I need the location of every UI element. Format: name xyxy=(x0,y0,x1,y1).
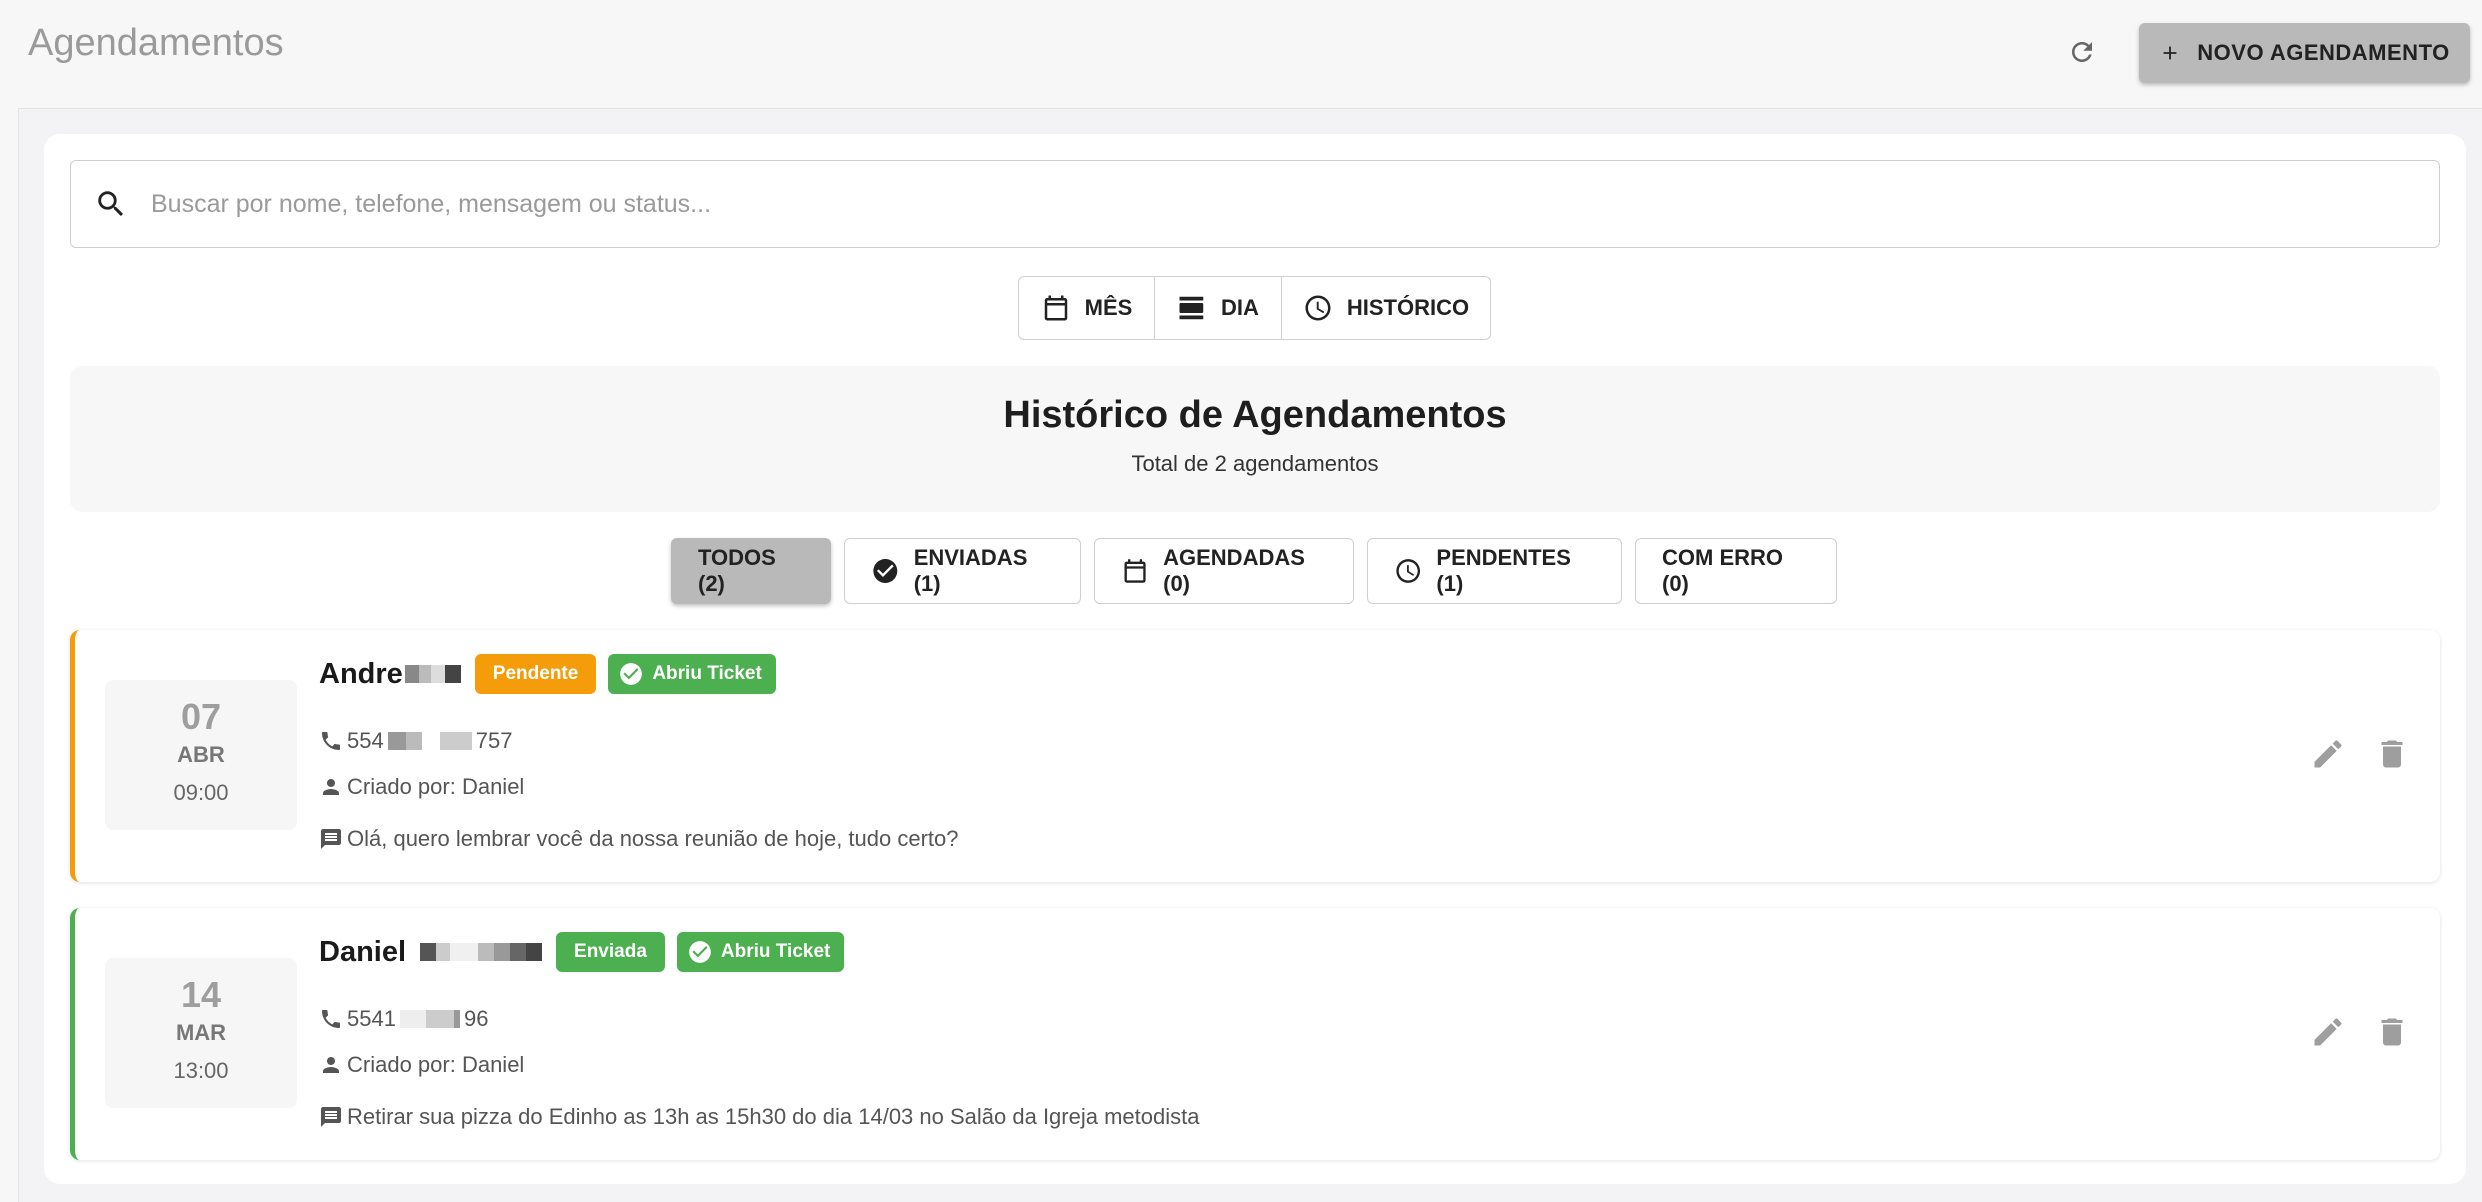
history-subtitle: Total de 2 agendamentos xyxy=(1131,451,1379,476)
filter-sent-label: ENVIADAS (1) xyxy=(913,545,1028,596)
message-line: Olá, quero lembrar você da nossa reunião… xyxy=(319,826,959,852)
clock-icon xyxy=(1305,295,1331,321)
date-time: 09:00 xyxy=(173,780,229,805)
clock-icon xyxy=(1396,559,1421,583)
person-icon xyxy=(323,779,339,795)
creator-line: Criado por: Daniel xyxy=(319,774,524,800)
created-by: Criado por: Daniel xyxy=(347,1052,525,1077)
edit-button[interactable] xyxy=(2310,1014,2346,1050)
ticket-badge: Abriu Ticket xyxy=(676,932,845,972)
phone-suffix: 96 xyxy=(463,1006,489,1031)
view-history-button[interactable]: HISTÓRICO xyxy=(1282,277,1490,339)
filter-scheduled-button[interactable]: AGENDADAS (0) xyxy=(1094,538,1354,604)
message-icon xyxy=(321,829,341,849)
search-input[interactable] xyxy=(151,174,2439,234)
day-view-icon xyxy=(1179,296,1204,320)
ticket-badge: Abriu Ticket xyxy=(608,654,776,694)
refresh-icon xyxy=(2072,42,2092,62)
filter-scheduled-label: AGENDADAS (0) xyxy=(1163,545,1305,596)
view-month-button[interactable]: MÊS xyxy=(1019,277,1155,339)
creator-line: Criado por: Daniel xyxy=(319,1052,524,1078)
trash-icon xyxy=(2381,740,2403,768)
filter-all-label: TODOS (2) xyxy=(698,545,776,596)
date-month: ABR xyxy=(177,742,225,767)
delete-button[interactable] xyxy=(2374,736,2410,772)
contact-name: Andre xyxy=(319,657,403,690)
trash-icon xyxy=(2381,1018,2403,1046)
calendar-icon xyxy=(1044,295,1067,321)
history-title: Histórico de Agendamentos xyxy=(1003,394,1507,436)
phone-line: 554 757 xyxy=(319,728,512,754)
pencil-icon xyxy=(2314,1018,2342,1046)
history-header: Histórico de Agendamentos Total de 2 age… xyxy=(70,366,2440,512)
redacted-block xyxy=(404,665,461,683)
check-circle-icon xyxy=(620,663,643,685)
filter-sent-button[interactable]: ENVIADAS (1) xyxy=(844,538,1081,604)
date-time: 13:00 xyxy=(173,1058,229,1083)
page-title: Agendamentos xyxy=(28,22,284,64)
contact-name: Daniel xyxy=(319,935,407,968)
person-icon xyxy=(323,1057,339,1073)
refresh-button[interactable] xyxy=(2060,30,2104,74)
new-appointment-button[interactable]: NOVO AGENDAMENTO xyxy=(2139,23,2470,83)
delete-button[interactable] xyxy=(2374,1014,2410,1050)
phone-prefix: 554 xyxy=(347,728,384,753)
contact-row: Andre Pendente Abriu Ticket xyxy=(319,654,776,694)
message-text: Olá, quero lembrar você da nossa reunião… xyxy=(347,826,959,851)
redacted-block xyxy=(420,943,543,961)
filter-error-label: COM ERRO (0) xyxy=(1662,545,1783,596)
search-icon xyxy=(71,187,151,221)
new-appointment-label: NOVO AGENDAMENTO xyxy=(2197,40,2450,65)
date-month: MAR xyxy=(175,1020,227,1045)
appointment-item[interactable]: 14 MAR 13:00 Daniel Enviada Abriu Ticket… xyxy=(70,908,2440,1160)
view-history-label: HISTÓRICO xyxy=(1346,295,1470,320)
message-line: Retirar sua pizza do Edinho as 13h as 15… xyxy=(319,1104,1199,1130)
redacted-block xyxy=(387,732,472,750)
item-actions xyxy=(2310,1014,2410,1050)
date-box: 14 MAR 13:00 xyxy=(105,958,297,1108)
message-text: Retirar sua pizza do Edinho as 13h as 15… xyxy=(347,1104,1200,1129)
status-badge: Enviada xyxy=(556,932,665,972)
filter-pending-label: PENDENTES (1) xyxy=(1436,545,1571,596)
date-day: 07 xyxy=(180,696,222,737)
phone-suffix: 757 xyxy=(475,728,513,753)
search-bar[interactable] xyxy=(70,160,2440,248)
date-day: 14 xyxy=(180,974,222,1015)
item-actions xyxy=(2310,736,2410,772)
contact-row: Daniel Enviada Abriu Ticket xyxy=(319,932,845,972)
calendar-icon xyxy=(1124,559,1146,583)
ticket-label: Abriu Ticket xyxy=(652,663,762,684)
date-box: 07 ABR 09:00 xyxy=(105,680,297,830)
check-circle-icon xyxy=(689,941,711,963)
filter-all-button[interactable]: TODOS (2) xyxy=(671,538,831,604)
filter-error-button[interactable]: COM ERRO (0) xyxy=(1635,538,1837,604)
phone-prefix: 5541 xyxy=(347,1006,396,1031)
pencil-icon xyxy=(2314,740,2342,768)
status-badge: Pendente xyxy=(474,654,597,694)
view-day-button[interactable]: DIA xyxy=(1155,277,1282,339)
appointment-item[interactable]: 07 ABR 09:00 Andre Pendente Abriu Ticket… xyxy=(70,630,2440,882)
view-day-label: DIA xyxy=(1221,295,1259,320)
phone-icon xyxy=(322,732,340,750)
ticket-label: Abriu Ticket xyxy=(720,941,831,962)
phone-line: 5541 96 xyxy=(319,1006,488,1032)
phone-icon xyxy=(322,1010,340,1028)
message-icon xyxy=(321,1107,341,1127)
filter-pending-button[interactable]: PENDENTES (1) xyxy=(1367,538,1622,604)
created-by: Criado por: Daniel xyxy=(347,774,525,799)
status-filters: TODOS (2) ENVIADAS (1) AGENDADAS (0) PEN… xyxy=(671,538,1837,604)
plus-icon xyxy=(2163,46,2177,60)
edit-button[interactable] xyxy=(2310,736,2346,772)
view-toggle-group: MÊS DIA HISTÓRICO xyxy=(1018,276,1491,340)
check-circle-icon xyxy=(873,559,898,583)
view-month-label: MÊS xyxy=(1084,295,1133,320)
redacted-block xyxy=(399,1010,460,1028)
